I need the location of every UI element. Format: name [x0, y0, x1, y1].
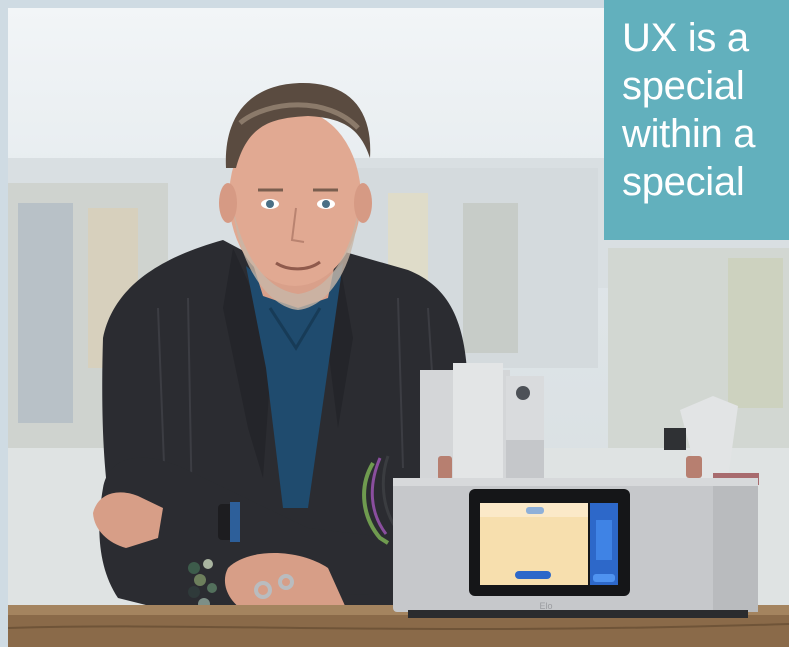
quote-line-2: special — [622, 64, 745, 108]
right-iris — [322, 200, 330, 208]
device-knob-right — [686, 456, 702, 478]
background-shelf-left — [18, 203, 73, 423]
device-actuator — [506, 440, 544, 482]
device-brand-logo: Elo — [539, 601, 552, 611]
quote-line-3: within a — [622, 112, 756, 156]
quote-callout: UX is a special within a special — [604, 0, 789, 240]
right-ear — [354, 183, 372, 223]
device-camera-housing — [506, 376, 544, 441]
quote-line-1: UX is a — [622, 16, 749, 60]
device-knob-left — [438, 456, 452, 480]
device-screen-button — [515, 571, 551, 579]
device-clamp — [664, 428, 686, 450]
device-tower-center — [453, 363, 503, 478]
watch-strap — [230, 502, 240, 542]
device-housing-side — [713, 486, 758, 612]
camera-icon — [516, 386, 530, 400]
background-box-right — [728, 258, 783, 408]
device-screen-gauge — [596, 520, 612, 560]
device-housing-top — [393, 478, 758, 486]
left-iris — [266, 200, 274, 208]
quote-line-4: special — [622, 160, 745, 204]
background-panel-2 — [463, 203, 518, 353]
left-ear — [219, 183, 237, 223]
device-screen-side-button — [593, 574, 615, 582]
device-screen-pill — [526, 507, 544, 514]
device-feet — [408, 610, 748, 618]
